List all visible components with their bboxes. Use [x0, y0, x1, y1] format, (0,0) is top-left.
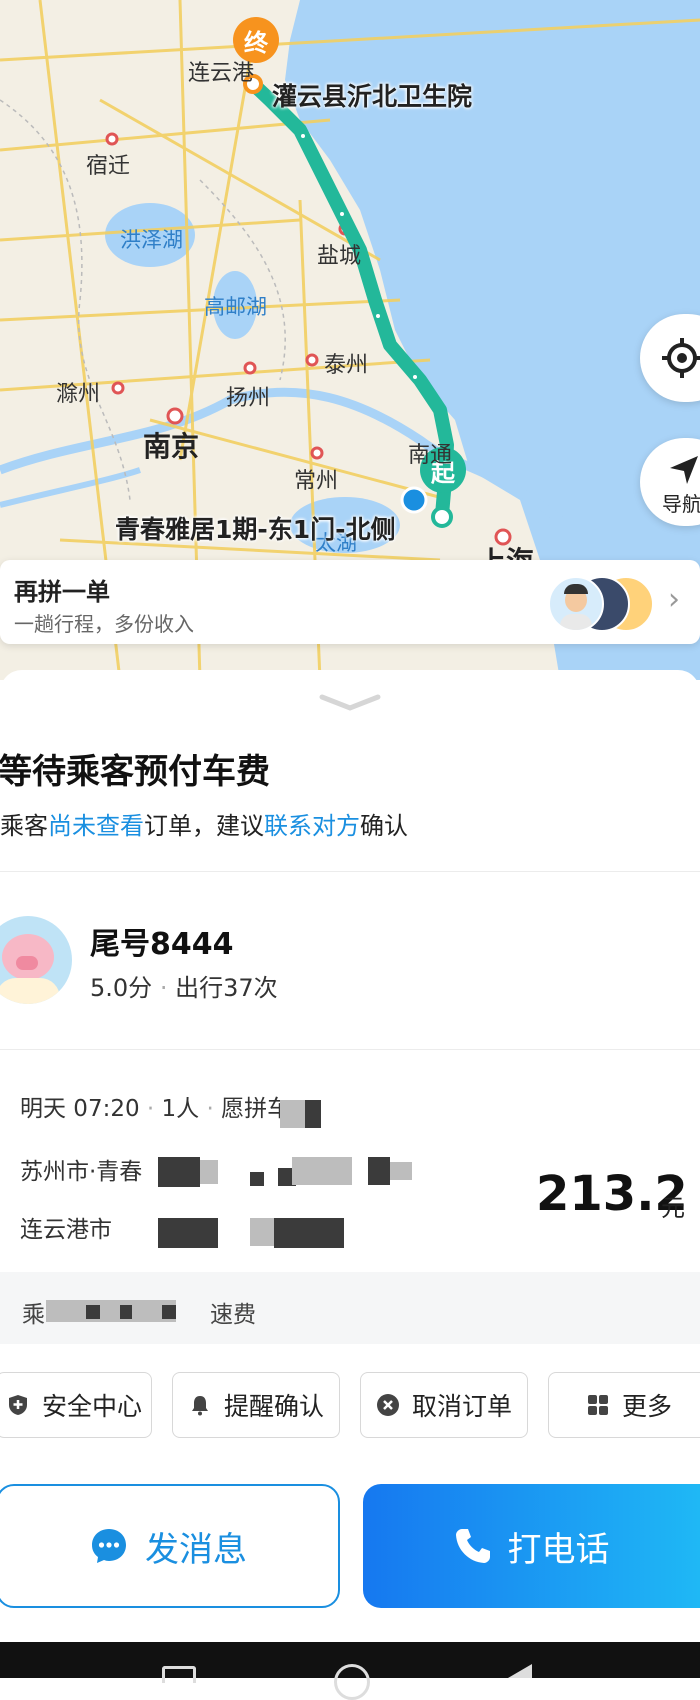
order-status-title: 等待乘客预付车费 — [0, 752, 270, 792]
passenger-count: 1人 — [161, 1096, 200, 1122]
bell-icon — [191, 1396, 208, 1416]
contact-passenger-link[interactable]: 联系对方 — [264, 812, 360, 840]
redacted-block — [86, 1305, 100, 1319]
city-label: 南通 — [408, 443, 453, 468]
cancel-order-label: 取消订单 — [411, 1392, 512, 1421]
more-label: 更多 — [621, 1392, 672, 1421]
system-navigation-bar — [0, 1642, 700, 1700]
city-label: 连云港 — [188, 61, 255, 86]
order-status-desc: 乘客尚未查看订单，建议联系对方确认 — [0, 806, 408, 841]
passenger-avatar-stack — [548, 574, 654, 632]
grid-icon — [587, 1395, 608, 1415]
home-icon[interactable] — [334, 1664, 370, 1700]
navigation-label: 导航 — [662, 492, 700, 516]
destination-address: 连云港市 — [20, 1217, 112, 1243]
not-viewed-link[interactable]: 尚未查看 — [48, 812, 144, 840]
redacted-block — [120, 1305, 132, 1319]
price-unit: 元 — [661, 1194, 685, 1222]
chevron-right-icon: › — [668, 582, 680, 617]
city-label: 南京 — [143, 430, 200, 463]
shield-icon — [8, 1395, 27, 1415]
separator-dot: · — [159, 974, 168, 1002]
redacted-block — [305, 1100, 321, 1128]
end-location-label: 灌云县沂北卫生院 — [272, 82, 473, 111]
call-button[interactable]: 打电话 — [363, 1484, 700, 1608]
send-message-button[interactable]: 发消息 — [0, 1484, 340, 1608]
send-message-label: 发消息 — [145, 1529, 247, 1570]
safety-center-label: 安全中心 — [41, 1392, 142, 1421]
departure-time: 明天 07:20 — [20, 1096, 140, 1122]
chat-bubble-icon — [92, 1529, 126, 1563]
passenger-trips: 出行37次 — [175, 974, 278, 1002]
remind-confirm-button[interactable]: 提醒确认 — [172, 1372, 340, 1438]
drag-handle-icon[interactable] — [318, 693, 382, 713]
pool-again-banner[interactable]: 再拼一单 一趟行程，多份收入 › — [0, 560, 700, 644]
redacted-block — [200, 1160, 218, 1184]
passenger-name: 尾号8444 — [90, 927, 234, 962]
remind-confirm-label: 提醒确认 — [223, 1392, 324, 1421]
origin-address: 苏州市·青春 — [20, 1159, 143, 1185]
avatar — [548, 576, 604, 632]
locate-icon — [662, 338, 700, 378]
redacted-block — [274, 1218, 344, 1248]
back-icon[interactable] — [508, 1664, 532, 1678]
city-label: 泰州 — [324, 353, 369, 378]
redacted-block — [292, 1157, 352, 1185]
separator-dot: · — [146, 1096, 155, 1122]
call-label: 打电话 — [507, 1529, 610, 1570]
city-label: 盐城 — [317, 244, 362, 269]
city-label: 宿迁 — [86, 154, 131, 179]
city-label: 扬州 — [226, 386, 271, 411]
separator-dot: · — [206, 1096, 214, 1122]
fee-text-end: 速费 — [210, 1302, 256, 1328]
cancel-order-button[interactable]: 取消订单 — [360, 1372, 528, 1438]
redacted-block — [158, 1157, 200, 1187]
close-circle-icon — [376, 1394, 399, 1416]
city-label: 常州 — [294, 469, 339, 494]
recent-apps-icon[interactable] — [162, 1666, 196, 1683]
redacted-block — [368, 1157, 390, 1185]
passenger-stats: 5.0分 · 出行37次 — [90, 968, 278, 1003]
redacted-block — [390, 1162, 412, 1180]
city-label: 滁州 — [56, 382, 101, 407]
divider — [0, 1049, 700, 1050]
status-desc-text: 乘客 — [0, 812, 48, 840]
lake-label: 高邮湖 — [204, 295, 267, 319]
pool-again-subtitle: 一趟行程，多份收入 — [14, 612, 194, 636]
divider — [0, 871, 700, 872]
navigation-arrow-icon — [670, 456, 698, 484]
redacted-block — [250, 1218, 274, 1246]
order-meta: 明天 07:20 · 1人 · 愿拼车 — [20, 1089, 290, 1123]
redacted-block — [162, 1305, 176, 1319]
redacted-block — [46, 1300, 176, 1322]
fee-text-start: 乘 — [22, 1302, 45, 1328]
pool-again-title: 再拼一单 — [14, 578, 110, 606]
status-desc-text: 订单，建议 — [144, 812, 264, 840]
phone-icon — [455, 1529, 490, 1563]
redacted-block — [158, 1218, 218, 1248]
start-location-label: 青春雅居1期-东1门-北侧 — [115, 515, 396, 544]
redacted-block — [250, 1172, 264, 1186]
more-button[interactable]: 更多 — [548, 1372, 700, 1438]
status-desc-text: 确认 — [360, 812, 408, 840]
lake-label: 洪泽湖 — [120, 228, 183, 252]
passenger-rating: 5.0分 — [90, 974, 153, 1002]
safety-center-button[interactable]: 安全中心 — [0, 1372, 152, 1438]
